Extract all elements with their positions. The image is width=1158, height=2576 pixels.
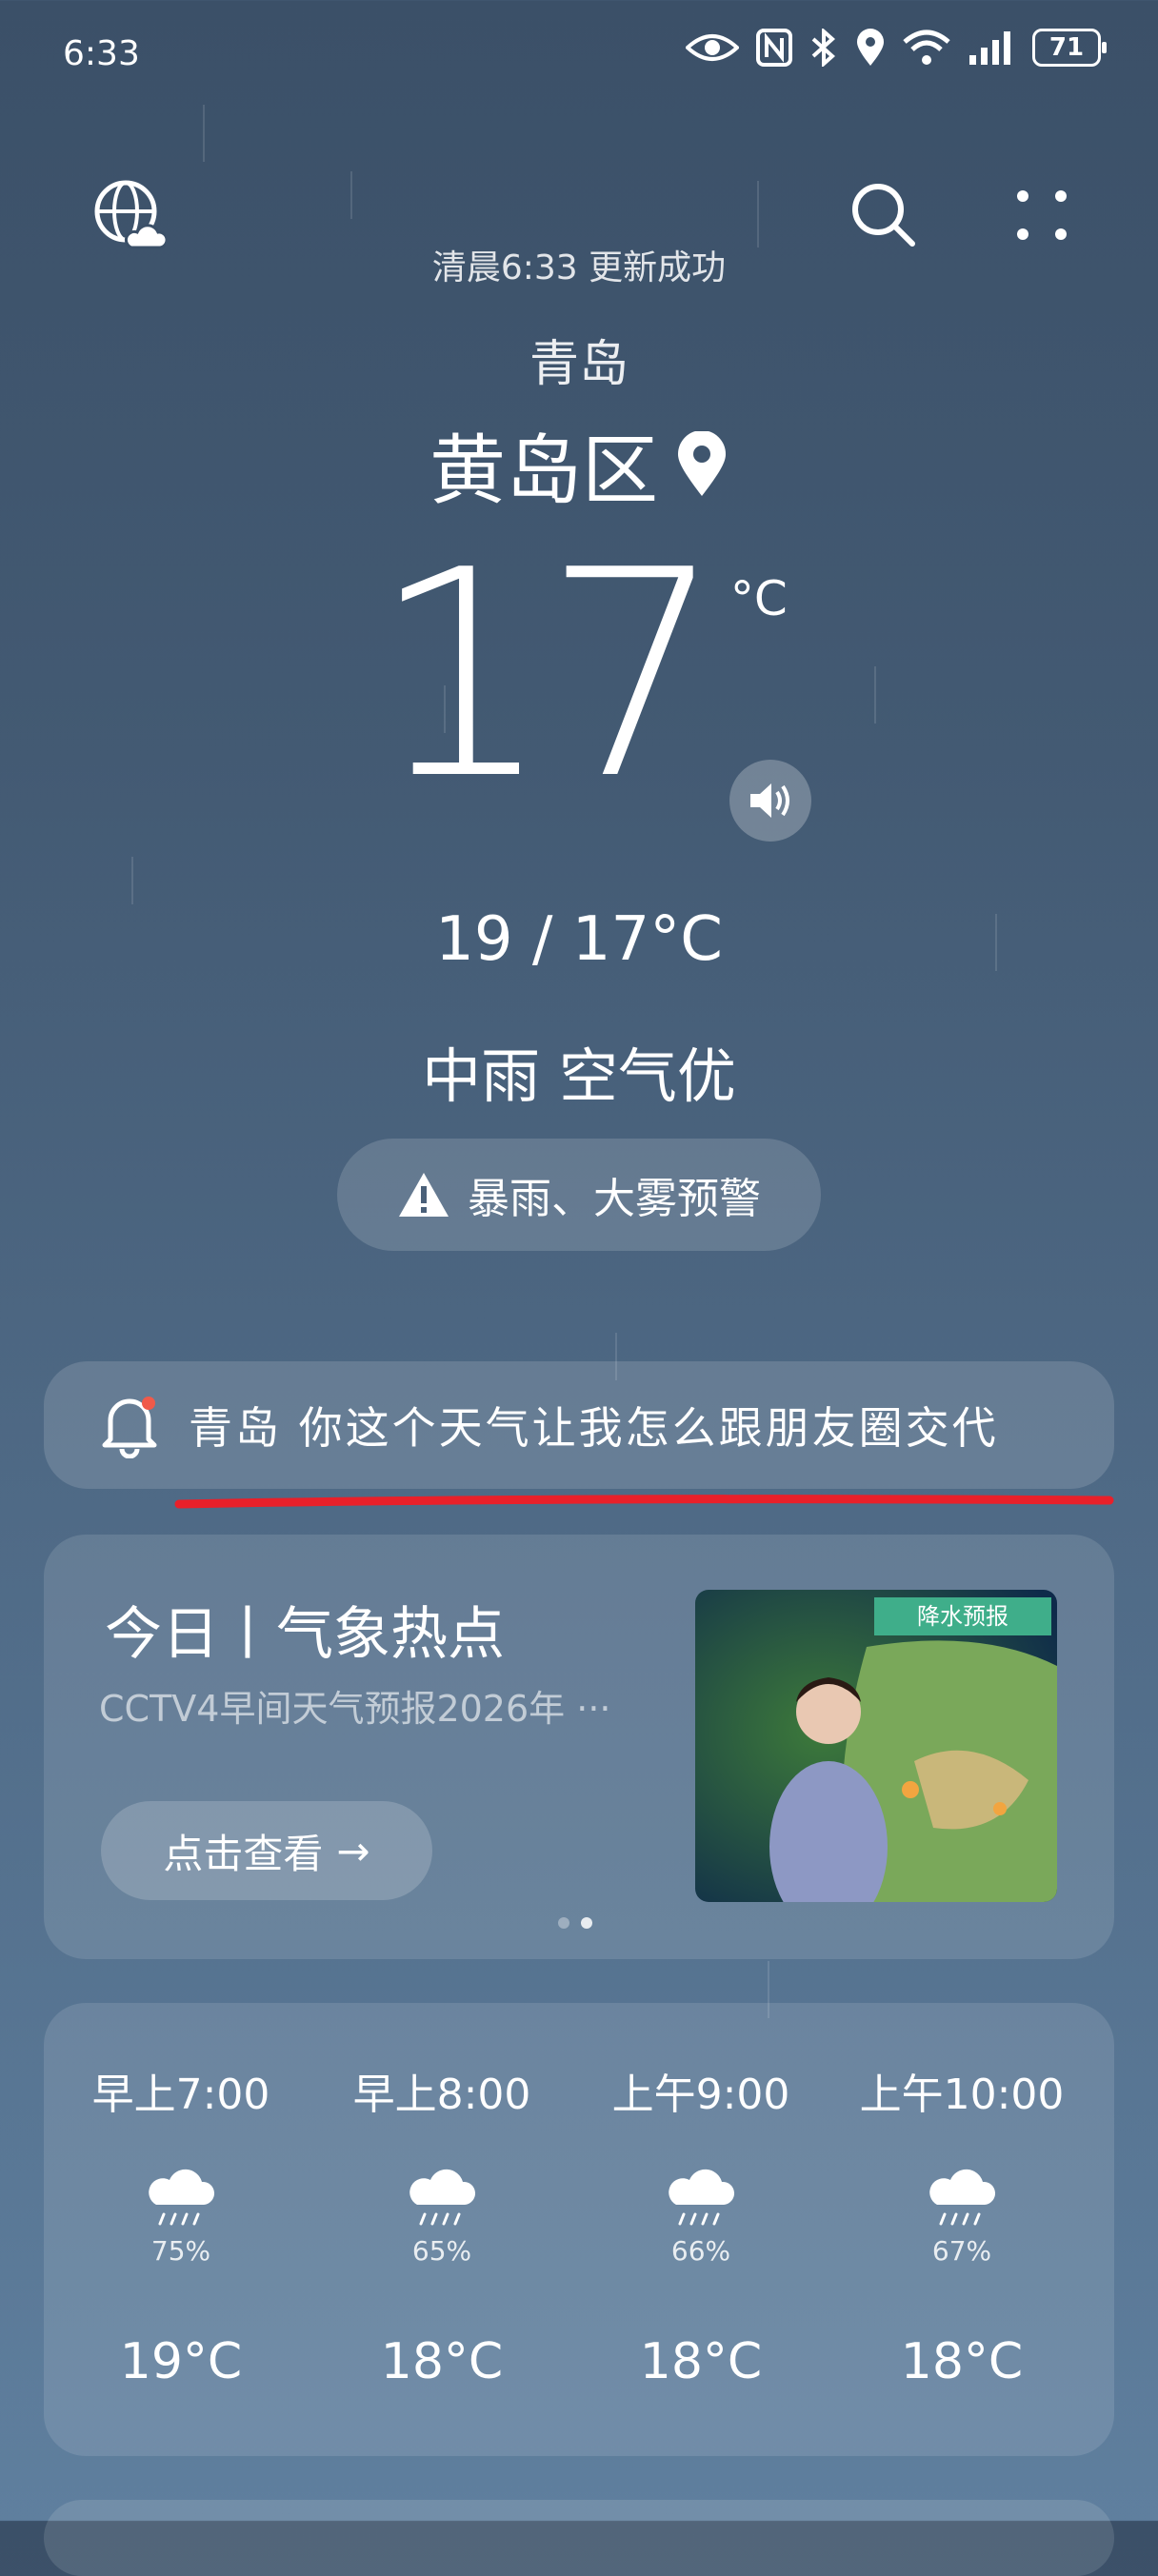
temperature-range: 19 / 17°C: [435, 904, 723, 975]
status-time: 6:33: [63, 34, 140, 73]
warning-icon: [399, 1173, 449, 1217]
hour-time: 上午10:00: [859, 2071, 1065, 2119]
notice-text: 青岛 你这个天气让我怎么跟朋友圈交代: [189, 1402, 999, 1454]
hour-temp: 18°C: [900, 2333, 1024, 2390]
thumbnail-caption: 降水预报: [917, 1603, 1008, 1630]
update-status: 清晨6:33 更新成功: [431, 248, 727, 287]
voice-broadcast-button[interactable]: [729, 760, 811, 842]
wifi-icon: [903, 30, 950, 65]
district-name: 黄岛区: [429, 426, 658, 515]
next-card-peek: [44, 2500, 1114, 2576]
hour-time: 早上8:00: [352, 2071, 531, 2119]
city-name: 青岛: [529, 336, 629, 393]
weather-alert-button[interactable]: 暴雨、大雾预警: [337, 1139, 821, 1251]
precip-chance: 65%: [411, 2235, 472, 2267]
speaker-icon: [750, 783, 789, 818]
bell-icon: [101, 1392, 158, 1459]
hot-topic-subtitle: CCTV4早间天气预报2026年 ···: [99, 1688, 611, 1730]
hourly-item: 上午10:00 67% 18°C: [848, 2060, 1076, 2390]
location-icon: [857, 29, 884, 66]
hour-time: 早上7:00: [91, 2071, 270, 2119]
eye-icon: [686, 34, 739, 61]
weather-condition: 中雨 空气优: [422, 1041, 736, 1111]
hour-temp: 18°C: [380, 2333, 504, 2390]
hour-time: 上午9:00: [611, 2071, 790, 2119]
hourly-item: 早上8:00 65% 18°C: [328, 2060, 556, 2390]
hourly-item: 早上7:00 75% 19°C: [67, 2060, 295, 2390]
status-icons: 71: [686, 29, 1107, 67]
red-underline-annotation: [174, 1495, 1114, 1509]
rain-icon: [929, 2169, 996, 2226]
rain-icon: [409, 2169, 476, 2226]
view-button[interactable]: 点击查看 →: [101, 1801, 432, 1900]
temperature-value: 17: [370, 509, 725, 842]
notice-bar[interactable]: 青岛 你这个天气让我怎么跟朋友圈交代: [44, 1361, 1114, 1489]
location-pin-icon: [678, 431, 726, 496]
district-row[interactable]: 黄岛区: [0, 409, 1158, 520]
nfc-icon: [756, 29, 792, 67]
precip-chance: 67%: [931, 2235, 992, 2267]
bluetooth-icon: [811, 29, 835, 67]
alert-text: 暴雨、大雾预警: [468, 1175, 761, 1223]
signal-icon: [969, 31, 1010, 65]
carousel-dots: [558, 1917, 592, 1929]
carousel-dot-active: [581, 1917, 592, 1929]
hourly-forecast-card[interactable]: 早上7:00 75% 19°C 早上8:00 65% 18°C 上午9:00 6…: [44, 2003, 1114, 2456]
forecast-video-thumbnail[interactable]: 降水预报: [695, 1590, 1057, 1902]
hot-topic-title: 今日丨气象热点: [105, 1601, 505, 1668]
rain-icon: [149, 2169, 215, 2226]
carousel-dot: [558, 1917, 569, 1929]
hourly-item: 上午9:00 66% 18°C: [587, 2060, 815, 2390]
more-dots-icon: [1017, 190, 1067, 240]
battery-indicator: 71: [1032, 29, 1107, 67]
current-temperature: 17 °C: [0, 533, 1158, 819]
hour-temp: 19°C: [119, 2333, 243, 2390]
precip-chance: 75%: [150, 2235, 211, 2267]
hour-temp: 18°C: [639, 2333, 763, 2390]
view-button-label: 点击查看: [163, 1830, 324, 1877]
rain-icon: [669, 2169, 735, 2226]
precip-chance: 66%: [670, 2235, 731, 2267]
arrow-right-icon: →: [336, 1827, 370, 1874]
